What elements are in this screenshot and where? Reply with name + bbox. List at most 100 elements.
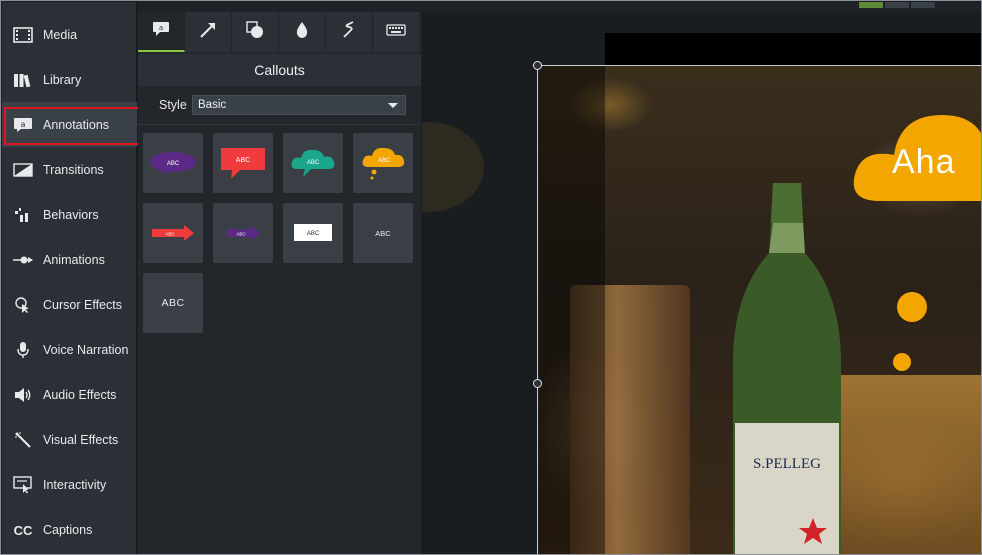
- bottle-image: S.PELLEG: [733, 183, 841, 554]
- cloud-callout: ABC: [291, 149, 335, 177]
- video-letterbox: [605, 33, 981, 65]
- tile-label: ABC: [236, 157, 250, 164]
- svg-text:CC: CC: [14, 523, 33, 537]
- transition-icon: [11, 160, 35, 180]
- film-icon: [11, 25, 35, 45]
- tile-label: ABC: [378, 158, 391, 164]
- callout-tile-speech-bubble[interactable]: ABC: [143, 133, 203, 193]
- sidebar-item-animations[interactable]: Animations: [2, 237, 137, 282]
- sidebar-item-label: Cursor Effects: [43, 297, 122, 312]
- annotation-type-tabs: a: [138, 12, 421, 52]
- tile-label: ABC: [307, 231, 320, 237]
- callout-tile-text[interactable]: ABC: [353, 203, 413, 263]
- sidebar-item-label: Visual Effects: [43, 432, 119, 447]
- tile-label: ABC: [236, 232, 246, 237]
- cursor-icon: [11, 295, 35, 315]
- resize-handle[interactable]: [533, 379, 542, 388]
- thought-dot-small: [893, 353, 911, 371]
- callout-tab-icon: a: [151, 21, 171, 42]
- sidebar-item-label: Library: [43, 72, 82, 87]
- tools-sidebar: Media Library a Annotations Transitions …: [2, 2, 141, 554]
- sidebar-item-label: Captions: [43, 522, 93, 537]
- sidebar-item-visual-effects[interactable]: Visual Effects: [2, 417, 137, 462]
- sidebar-item-label: Audio Effects: [43, 387, 117, 402]
- sidebar-item-cursor-effects[interactable]: Cursor Effects: [2, 282, 137, 327]
- sidebar-item-media[interactable]: Media: [2, 12, 137, 57]
- sketch-motion-icon: [340, 20, 358, 44]
- preview-canvas[interactable]: S.PELLEG Aha: [422, 2, 981, 554]
- sidebar-item-captions[interactable]: CC Captions: [2, 507, 137, 552]
- resize-handle[interactable]: [533, 61, 542, 70]
- callout-tile-thought-cloud[interactable]: ABC: [353, 133, 413, 193]
- style-dropdown[interactable]: Basic: [192, 95, 406, 115]
- purple-arrow-callout: ABC: [227, 225, 260, 241]
- svg-text:a: a: [21, 120, 26, 129]
- callout-text[interactable]: Aha: [892, 143, 956, 182]
- sidebar-item-label: Annotations: [43, 117, 110, 132]
- callout-tile-purple-arrow[interactable]: ABC: [213, 203, 273, 263]
- sidebar-item-library[interactable]: Library: [2, 57, 137, 102]
- callout-tile-rectangle[interactable]: ABC: [283, 203, 343, 263]
- microphone-icon: [11, 340, 35, 360]
- cc-icon: CC: [11, 520, 35, 540]
- speech-bubble-callout: ABC: [150, 152, 196, 176]
- sidebar-item-behaviors[interactable]: Behaviors: [2, 192, 137, 237]
- sidebar-item-label: Behaviors: [43, 207, 99, 222]
- tab-keystrokes[interactable]: [373, 12, 420, 52]
- sidebar-item-interactivity[interactable]: Interactivity: [2, 462, 137, 507]
- style-row: Style Basic: [138, 92, 421, 118]
- style-dropdown-value: Basic: [198, 99, 227, 111]
- toolbar-indicator: [885, 2, 909, 8]
- tile-label: ABC: [165, 232, 175, 237]
- tab-callouts[interactable]: a: [138, 12, 185, 52]
- thought-dot-large: [897, 292, 927, 322]
- sidebar-item-annotations[interactable]: a Annotations: [2, 102, 141, 147]
- tab-sketch-motion[interactable]: [326, 12, 373, 52]
- blur-drop-icon: [295, 21, 309, 44]
- style-label: Style: [159, 98, 187, 112]
- tile-label: ABC: [375, 228, 391, 238]
- shape-icon: [246, 20, 264, 44]
- sidebar-item-label: Voice Narration: [43, 342, 129, 357]
- tab-blur-highlight[interactable]: [279, 12, 326, 52]
- callout-tile-text-large[interactable]: ABC: [143, 273, 203, 333]
- annotation-icon: a: [11, 115, 35, 135]
- sidebar-item-label: Interactivity: [43, 477, 107, 492]
- sidebar-item-label: Transitions: [43, 162, 104, 177]
- magic-wand-icon: [11, 430, 35, 450]
- arrow-icon: [199, 21, 217, 44]
- bottle-label-text: S.PELLEG: [753, 456, 821, 472]
- selection-border: [537, 65, 981, 66]
- ghost-cloud-shape: [422, 122, 484, 212]
- toolbar-indicator: [911, 2, 935, 8]
- red-arrow-callout: ABC: [152, 225, 194, 241]
- panel-title: Callouts: [138, 54, 421, 86]
- chevron-down-icon: [388, 103, 398, 108]
- sidebar-item-transitions[interactable]: Transitions: [2, 147, 137, 192]
- tab-arrows-lines[interactable]: [185, 12, 232, 52]
- callout-tile-red-arrow[interactable]: ABC: [143, 203, 203, 263]
- tab-shapes[interactable]: [232, 12, 279, 52]
- behaviors-icon: [11, 205, 35, 225]
- app-window: Media Library a Annotations Transitions …: [0, 0, 982, 555]
- callout-tile-cloud[interactable]: ABC: [283, 133, 343, 193]
- animation-icon: [11, 250, 35, 270]
- library-icon: [11, 70, 35, 90]
- white-rectangle-callout: ABC: [294, 224, 332, 241]
- callout-tile-box[interactable]: ABC: [213, 133, 273, 193]
- toolbar-indicator: [859, 2, 883, 8]
- tile-label: ABC: [167, 161, 180, 167]
- interactivity-icon: [11, 475, 35, 495]
- thought-cloud-callout: ABC: [362, 147, 405, 180]
- annotations-panel: a Callouts Style Basic ABC ABC ABC ABC A…: [138, 2, 421, 554]
- speaker-icon: [11, 385, 35, 405]
- sidebar-item-voice-narration[interactable]: Voice Narration: [2, 327, 137, 372]
- sidebar-item-audio-effects[interactable]: Audio Effects: [2, 372, 137, 417]
- tile-label: ABC: [161, 297, 185, 309]
- sidebar-item-label: Animations: [43, 252, 105, 267]
- video-frame[interactable]: S.PELLEG Aha: [540, 65, 981, 554]
- tile-label: ABC: [307, 160, 320, 166]
- svg-text:a: a: [159, 24, 163, 32]
- box-callout: ABC: [221, 148, 265, 179]
- sidebar-item-label: Media: [43, 27, 78, 42]
